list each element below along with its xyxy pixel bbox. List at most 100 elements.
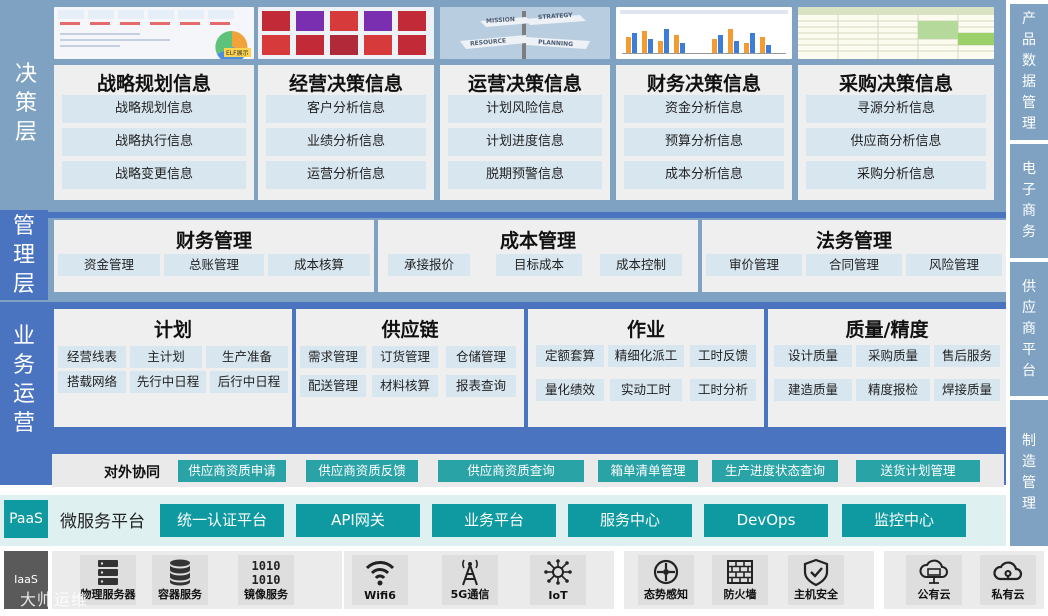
dashboard-screenshot: ELF展示 <box>54 7 254 59</box>
iaas-item[interactable]: 私有云 <box>980 555 1036 605</box>
decision-col-business: 经营决策信息 客户分析信息 业绩分析信息 运营分析信息 <box>258 65 434 200</box>
server-rack-icon <box>98 560 118 585</box>
mgmt-item[interactable]: 总账管理 <box>164 254 264 276</box>
iaas-item[interactable]: 1010 1010 镜像服务 <box>238 555 294 605</box>
collab-item[interactable]: 供应商资质查询 <box>438 460 584 482</box>
bop-item[interactable]: 先行中日程 <box>130 371 206 393</box>
bop-supply-chain: 供应链 需求管理 订货管理 仓储管理 配送管理 材料核算 报表查询 <box>296 309 524 427</box>
bop-item[interactable]: 工时反馈 <box>690 345 756 367</box>
collab-item[interactable]: 箱单清单管理 <box>598 460 698 482</box>
decision-item[interactable]: 供应商分析信息 <box>806 128 986 156</box>
bop-item[interactable]: 搭载网络 <box>58 371 126 393</box>
decision-item[interactable]: 战略规划信息 <box>62 95 246 123</box>
bop-item[interactable]: 材料核算 <box>372 375 438 397</box>
paas-item[interactable]: 服务中心 <box>568 504 692 537</box>
bop-item[interactable]: 售后服务 <box>934 345 1000 367</box>
decision-item[interactable]: 客户分析信息 <box>266 95 426 123</box>
paas-item[interactable]: DevOps <box>704 504 828 537</box>
decision-item[interactable]: 预算分析信息 <box>624 128 784 156</box>
bop-item[interactable]: 需求管理 <box>300 346 366 368</box>
iaas-item[interactable]: IoT <box>530 555 586 605</box>
decision-col-title: 采购决策信息 <box>838 73 953 95</box>
watermark: 大帅运维 <box>20 590 89 609</box>
bop-item[interactable]: 工时分析 <box>690 379 756 401</box>
management-layer-label: 管理层 <box>0 210 48 300</box>
bop-item[interactable]: 量化绩效 <box>536 379 604 401</box>
decision-item[interactable]: 业绩分析信息 <box>266 128 426 156</box>
bop-item[interactable]: 订货管理 <box>372 346 438 368</box>
mgmt-module-title: 法务管理 <box>815 230 892 252</box>
decision-item[interactable]: 战略执行信息 <box>62 128 246 156</box>
bop-item[interactable]: 焊接质量 <box>934 379 1000 401</box>
iaas-item[interactable]: 公有云 <box>906 555 962 605</box>
mgmt-module-title: 成本管理 <box>499 230 576 252</box>
mgmt-item[interactable]: 承接报价 <box>388 254 470 276</box>
paas-label: PaaS <box>4 500 48 538</box>
bop-item[interactable]: 生产准备 <box>206 346 288 368</box>
mgmt-finance: 财务管理 资金管理 总账管理 成本核算 <box>54 220 374 292</box>
bop-item[interactable]: 仓储管理 <box>446 346 516 368</box>
bop-module-title: 作业 <box>626 319 665 341</box>
paas-item[interactable]: 统一认证平台 <box>160 504 284 537</box>
decision-item[interactable]: 成本分析信息 <box>624 161 784 189</box>
decision-item[interactable]: 战略变更信息 <box>62 161 246 189</box>
iaas-item[interactable]: Wifi6 <box>352 555 408 605</box>
decision-item[interactable]: 脱期预警信息 <box>448 161 602 189</box>
bop-item[interactable]: 定额套算 <box>536 345 604 367</box>
paas-item[interactable]: 业务平台 <box>432 504 556 537</box>
iaas-item[interactable]: 态势感知 <box>638 555 694 605</box>
firewall-brick-icon <box>727 560 753 584</box>
binary-digits-icon: 1010 1010 <box>252 559 281 587</box>
collab-item[interactable]: 生产进度状态查询 <box>712 460 838 482</box>
signpost-photo: MISSION STRATEGY RESOURCE PLANNING <box>440 7 610 59</box>
paas-item[interactable]: 监控中心 <box>842 504 966 537</box>
iaas-item[interactable]: 防火墙 <box>712 555 768 605</box>
decision-col-strategy: 战略规划信息 战略规划信息 战略执行信息 战略变更信息 <box>54 65 254 200</box>
decision-item[interactable]: 计划风险信息 <box>448 95 602 123</box>
mgmt-item[interactable]: 目标成本 <box>496 254 582 276</box>
decision-col-title: 经营决策信息 <box>288 73 403 95</box>
bop-item[interactable]: 主计划 <box>130 346 202 368</box>
svg-text:1010: 1010 <box>252 559 281 573</box>
database-stack-icon <box>170 559 190 586</box>
bop-item[interactable]: 报表查询 <box>446 375 516 397</box>
mgmt-item[interactable]: 审价管理 <box>706 254 802 276</box>
decision-col-finance: 财务决策信息 资金分析信息 预算分析信息 成本分析信息 <box>616 65 792 200</box>
bop-item[interactable]: 配送管理 <box>300 375 366 397</box>
bop-item[interactable]: 经营线表 <box>58 346 126 368</box>
mgmt-item[interactable]: 资金管理 <box>58 254 160 276</box>
decision-item[interactable]: 计划进度信息 <box>448 128 602 156</box>
mgmt-cost: 成本管理 承接报价 目标成本 成本控制 <box>378 220 698 292</box>
iaas-group-network: Wifi6 5G通信 IoT <box>344 551 614 609</box>
collab-item[interactable]: 供应商资质申请 <box>178 460 286 482</box>
collab-title: 对外协同 <box>104 465 160 481</box>
paas-item[interactable]: API网关 <box>296 504 420 537</box>
mgmt-item[interactable]: 合同管理 <box>806 254 902 276</box>
bop-item[interactable]: 精度报检 <box>856 379 930 401</box>
business-layer-label: 业务运营 <box>12 324 35 436</box>
bop-item[interactable]: 精细化派工 <box>608 345 684 367</box>
iaas-item[interactable]: 物理服务器 <box>80 555 136 605</box>
mgmt-item[interactable]: 成本控制 <box>600 254 682 276</box>
bop-item[interactable]: 采购质量 <box>856 345 930 367</box>
decision-item[interactable]: 运营分析信息 <box>266 161 426 189</box>
iaas-item-label: Wifi6 <box>364 589 396 602</box>
mgmt-item[interactable]: 风险管理 <box>906 254 1002 276</box>
iaas-item[interactable]: 主机安全 <box>788 555 844 605</box>
bop-item[interactable]: 实动工时 <box>610 379 682 401</box>
collab-item[interactable]: 供应商资质反馈 <box>306 460 418 482</box>
iaas-item[interactable]: 5G通信 <box>442 555 498 605</box>
bop-module-title: 质量/精度 <box>845 319 929 341</box>
collab-item[interactable]: 送货计划管理 <box>856 460 980 482</box>
bop-item[interactable]: 设计质量 <box>774 345 852 367</box>
shield-check-icon <box>803 558 829 587</box>
iaas-item[interactable]: 容器服务 <box>152 555 208 605</box>
bop-item[interactable]: 建造质量 <box>774 379 852 401</box>
mgmt-item[interactable]: 成本核算 <box>268 254 370 276</box>
bop-plan: 计划 经营线表 主计划 生产准备 搭载网络 先行中日程 后行中日程 <box>54 309 292 427</box>
decision-item[interactable]: 寻源分析信息 <box>806 95 986 123</box>
decision-item[interactable]: 采购分析信息 <box>806 161 986 189</box>
decision-item[interactable]: 资金分析信息 <box>624 95 784 123</box>
iaas-group-compute: 物理服务器 容器服务 1010 1010 镜像服务 <box>52 551 342 609</box>
bop-item[interactable]: 后行中日程 <box>210 371 288 393</box>
